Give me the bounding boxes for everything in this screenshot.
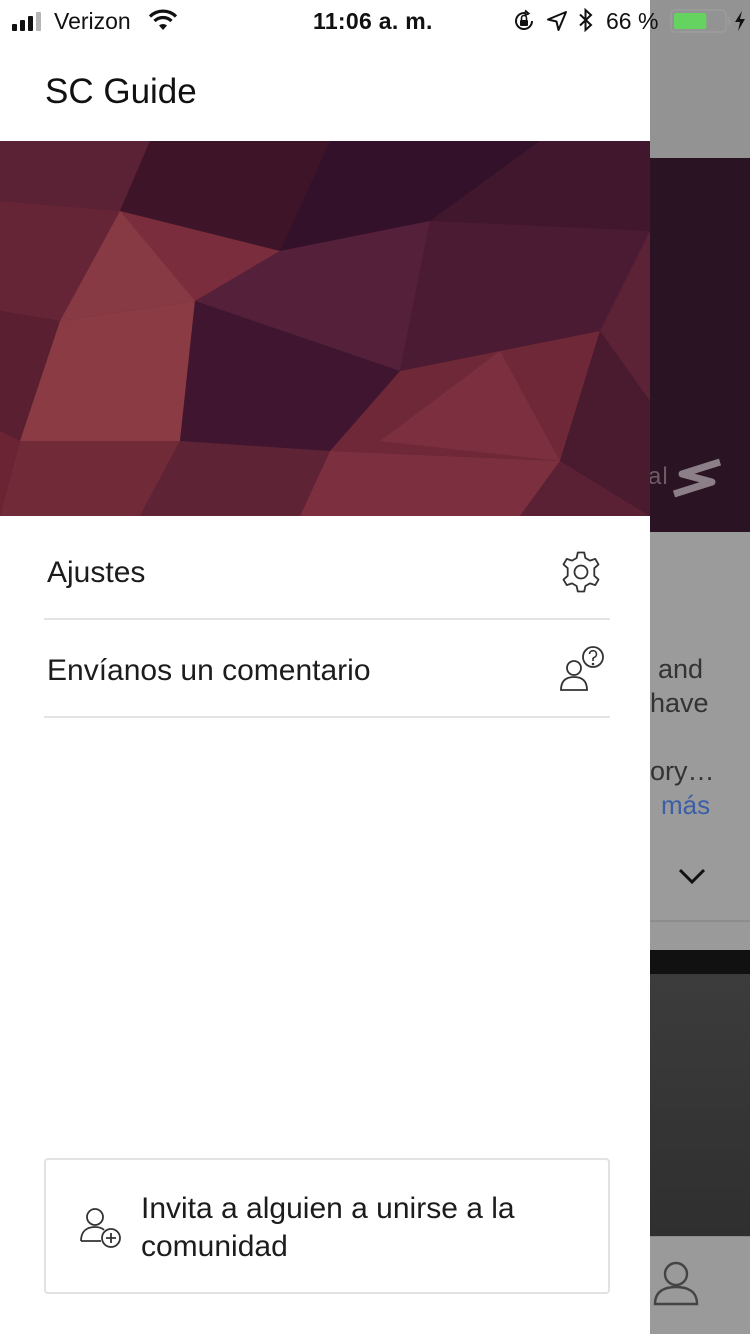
invite-to-community-button[interactable]: Invita a alguien a unirse a la comunidad [44,1158,610,1294]
charging-bolt-icon [735,11,745,31]
background-more-link[interactable]: más [661,790,710,821]
location-arrow-icon [547,11,567,31]
invite-label: Invita a alguien a unirse a la comunidad [141,1192,515,1263]
background-logo-s-icon [672,458,722,498]
menu-item-feedback[interactable]: Envíanos un comentario [44,620,610,718]
add-person-icon [80,1208,121,1248]
menu-item-label: Ajustes [47,556,146,589]
menu-item-settings[interactable]: Ajustes [44,522,610,620]
profile-icon[interactable] [652,1258,700,1308]
feedback-person-question-icon [560,646,604,691]
gear-icon [562,551,600,593]
background-logo-text: al [650,463,669,490]
chevron-down-icon[interactable] [677,866,707,886]
battery-percentage: 66 % [606,8,659,34]
drawer-hero-image [0,141,650,516]
background-divider [650,920,750,922]
wifi-icon [148,9,178,30]
battery-icon [670,9,731,33]
cellular-signal-icon [12,12,41,31]
background-dark-strip [650,950,750,974]
background-image [650,974,750,1236]
background-text-line: ory… [650,756,715,786]
background-text-line: have [650,688,709,718]
carrier-name: Verizon [54,8,131,34]
bluetooth-icon [579,8,593,32]
drawer-title: SC Guide [45,72,197,111]
rotation-lock-icon [515,9,534,30]
status-bar: Verizon 11:06 a. m. 66 % [0,0,750,40]
background-card: and have ory… [650,532,750,920]
background-text-line: and [658,654,704,684]
status-time: 11:06 a. m. [313,8,433,34]
menu-item-label: Envíanos un comentario [47,654,371,687]
background-hero-image: al [650,158,750,532]
navigation-drawer: SC Guide Ajustes Envíanos un comentario … [0,0,650,1334]
